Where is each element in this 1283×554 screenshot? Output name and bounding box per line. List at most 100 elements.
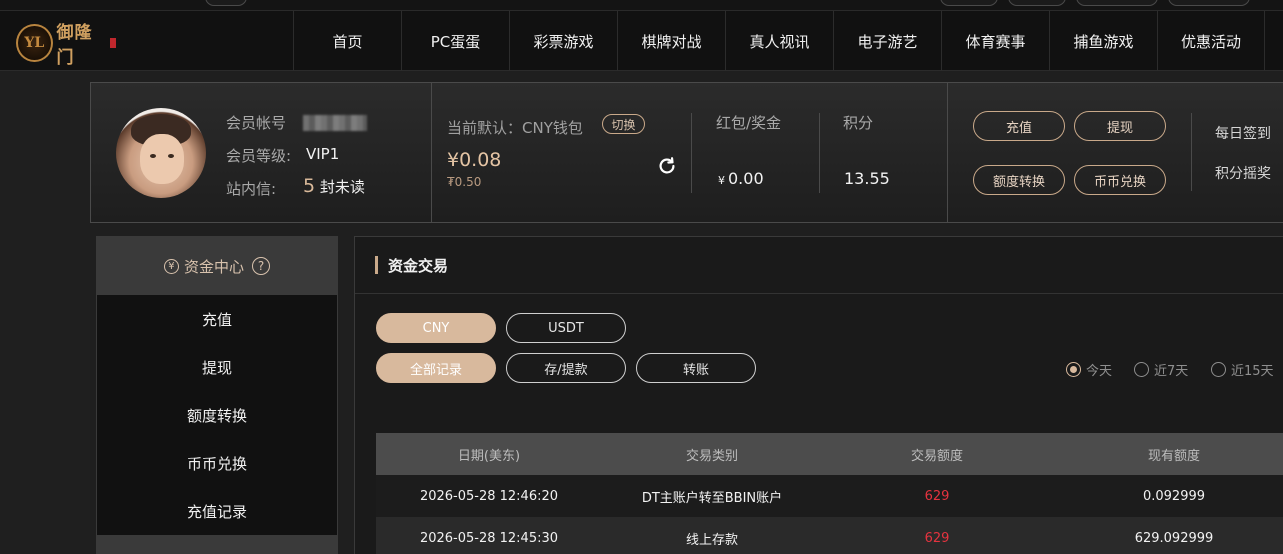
period-today-label: 今天 xyxy=(1086,364,1113,379)
nav-item-lottery[interactable]: 彩票游戏 xyxy=(509,11,617,71)
nav-item-promotions[interactable]: 优惠活动 xyxy=(1157,11,1265,71)
top-strip-pill[interactable] xyxy=(1168,0,1250,6)
points-label: 积分 xyxy=(843,114,874,132)
points-value: 13.55 xyxy=(844,169,890,188)
table-header: 日期(美东) 交易类别 交易额度 现有额度 xyxy=(376,433,1283,475)
top-utility-strip xyxy=(0,0,1283,11)
bonus-value: 0.00 xyxy=(728,169,764,188)
account-id-redacted xyxy=(303,115,367,131)
bonus-label: 红包/奖金 xyxy=(716,114,782,132)
main-navbar: YL 御隆门 首页 PC蛋蛋 彩票游戏 棋牌对战 真人视讯 电子游艺 体育赛事 … xyxy=(0,11,1283,71)
tab-all-records[interactable]: 全部记录 xyxy=(376,353,496,383)
logo-text: 御隆门 xyxy=(56,23,93,68)
page-title: 资金交易 xyxy=(375,255,448,275)
period-15-days-label: 近15天 xyxy=(1231,364,1274,379)
refresh-icon[interactable] xyxy=(656,155,678,177)
divider xyxy=(355,293,1283,294)
cell-balance: 0.092999 xyxy=(1142,488,1206,504)
level-value: VIP1 xyxy=(306,145,340,163)
site-logo[interactable]: YL 御隆门 xyxy=(16,21,116,68)
level-label: 会员等级: xyxy=(226,147,292,165)
inbox-suffix: 封未读 xyxy=(319,178,365,196)
bonus-value-wrap: ¥0.00 xyxy=(718,169,764,188)
inbox-count: 5 xyxy=(303,175,316,197)
deposit-button[interactable]: 充值 xyxy=(973,111,1065,141)
account-label: 会员帐号 xyxy=(226,114,287,132)
sidebar-item-next[interactable] xyxy=(97,535,337,554)
top-strip-pill[interactable] xyxy=(1076,0,1158,6)
cell-balance: 629.092999 xyxy=(1134,530,1214,546)
period-7-days[interactable]: 近7天 xyxy=(1134,360,1188,379)
nav-item-fishing[interactable]: 捕鱼游戏 xyxy=(1049,11,1157,71)
divider xyxy=(691,113,692,193)
avatar-eye xyxy=(168,154,174,158)
help-icon[interactable]: ? xyxy=(252,257,270,275)
nav-item-live[interactable]: 真人视讯 xyxy=(725,11,833,71)
avatar[interactable] xyxy=(116,108,206,198)
sidebar-item-withdraw[interactable]: 提现 xyxy=(97,343,337,391)
cell-amount: 629 xyxy=(924,530,950,546)
nav-item-pc-egg[interactable]: PC蛋蛋 xyxy=(401,11,509,71)
period-15-days[interactable]: 近15天 xyxy=(1211,360,1274,379)
sidebar-header: ¥ 资金中心 ? xyxy=(97,237,337,295)
top-strip-pill[interactable] xyxy=(205,0,247,6)
column-header-amount: 交易额度 xyxy=(910,448,963,464)
transfer-button[interactable]: 额度转换 xyxy=(973,165,1065,195)
cell-date: 2026-05-28 12:45:30 xyxy=(419,530,559,546)
divider xyxy=(947,83,948,222)
yuan-coin-icon: ¥ xyxy=(163,258,179,274)
fund-transactions-panel: 资金交易 CNY USDT 全部记录 存/提款 转账 今天 近7天 近15天 日… xyxy=(354,236,1283,554)
table-row: 2026-05-28 12:45:30 线上存款 629 629.092999 xyxy=(376,517,1283,554)
nav-item-slots[interactable]: 电子游艺 xyxy=(833,11,941,71)
tab-transfer[interactable]: 转账 xyxy=(636,353,756,383)
daily-signin-link[interactable]: 每日签到 xyxy=(1215,123,1271,143)
radio-checked-icon[interactable] xyxy=(1066,362,1081,377)
radio-icon[interactable] xyxy=(1134,362,1149,377)
exchange-button[interactable]: 币币兑换 xyxy=(1074,165,1166,195)
default-wallet-label: 当前默认：CNY钱包 xyxy=(447,119,583,137)
title-accent-bar xyxy=(375,256,378,274)
sidebar-item-exchange[interactable]: 币币兑换 xyxy=(97,439,337,487)
tab-currency-usdt[interactable]: USDT xyxy=(506,313,626,343)
column-header-date: 日期(美东) xyxy=(457,448,521,464)
cell-type: DT主账户转至BBIN账户 xyxy=(641,490,783,506)
divider xyxy=(431,83,432,222)
nav-item-home[interactable]: 首页 xyxy=(293,11,401,71)
top-strip-pill[interactable] xyxy=(1008,0,1066,6)
avatar-face xyxy=(140,134,184,184)
cell-type: 线上存款 xyxy=(685,532,738,548)
switch-wallet-button[interactable]: 切换 xyxy=(602,114,645,134)
top-strip-pill[interactable] xyxy=(940,0,998,6)
divider xyxy=(1191,113,1192,191)
column-header-type: 交易类别 xyxy=(685,448,738,464)
cell-date: 2026-05-28 12:46:20 xyxy=(419,488,559,504)
nav-item-sports[interactable]: 体育赛事 xyxy=(941,11,1049,71)
tab-currency-cny[interactable]: CNY xyxy=(376,313,496,343)
inbox-link[interactable]: 5 封未读 xyxy=(303,175,365,197)
avatar-eye xyxy=(150,154,156,158)
logo-seal-icon xyxy=(110,38,116,48)
page-title-text: 资金交易 xyxy=(388,256,449,275)
transactions-table: 日期(美东) 交易类别 交易额度 现有额度 2026-05-28 12:46:2… xyxy=(376,433,1283,554)
wallet-balance: ¥0.08 xyxy=(447,149,502,171)
inbox-label: 站内信: xyxy=(226,180,277,198)
radio-icon[interactable] xyxy=(1211,362,1226,377)
tab-deposit-withdraw[interactable]: 存/提款 xyxy=(506,353,626,383)
sidebar-item-deposit-records[interactable]: 充值记录 xyxy=(97,487,337,535)
nav-menu: 首页 PC蛋蛋 彩票游戏 棋牌对战 真人视讯 电子游艺 体育赛事 捕鱼游戏 优惠… xyxy=(293,11,1265,71)
period-7-days-label: 近7天 xyxy=(1154,364,1189,379)
fund-center-sidebar: ¥ 资金中心 ? 充值 提现 额度转换 币币兑换 充值记录 xyxy=(96,236,338,554)
wallet-balance-usdt: ₮0.50 xyxy=(447,175,482,189)
sidebar-item-deposit[interactable]: 充值 xyxy=(97,295,337,343)
divider xyxy=(819,113,820,193)
period-today[interactable]: 今天 xyxy=(1066,360,1112,379)
points-lottery-link[interactable]: 积分摇奖 xyxy=(1215,163,1271,183)
withdraw-button[interactable]: 提现 xyxy=(1074,111,1166,141)
logo-emblem-icon: YL xyxy=(16,24,53,62)
sidebar-title: 资金中心 xyxy=(183,257,244,276)
sidebar-item-transfer[interactable]: 额度转换 xyxy=(97,391,337,439)
nav-item-chess[interactable]: 棋牌对战 xyxy=(617,11,725,71)
member-profile-panel: 会员帐号 会员等级: VIP1 站内信: 5 封未读 当前默认：CNY钱包 切换… xyxy=(90,82,1283,223)
bonus-currency: ¥ xyxy=(718,174,725,187)
cell-amount: 629 xyxy=(924,488,950,504)
